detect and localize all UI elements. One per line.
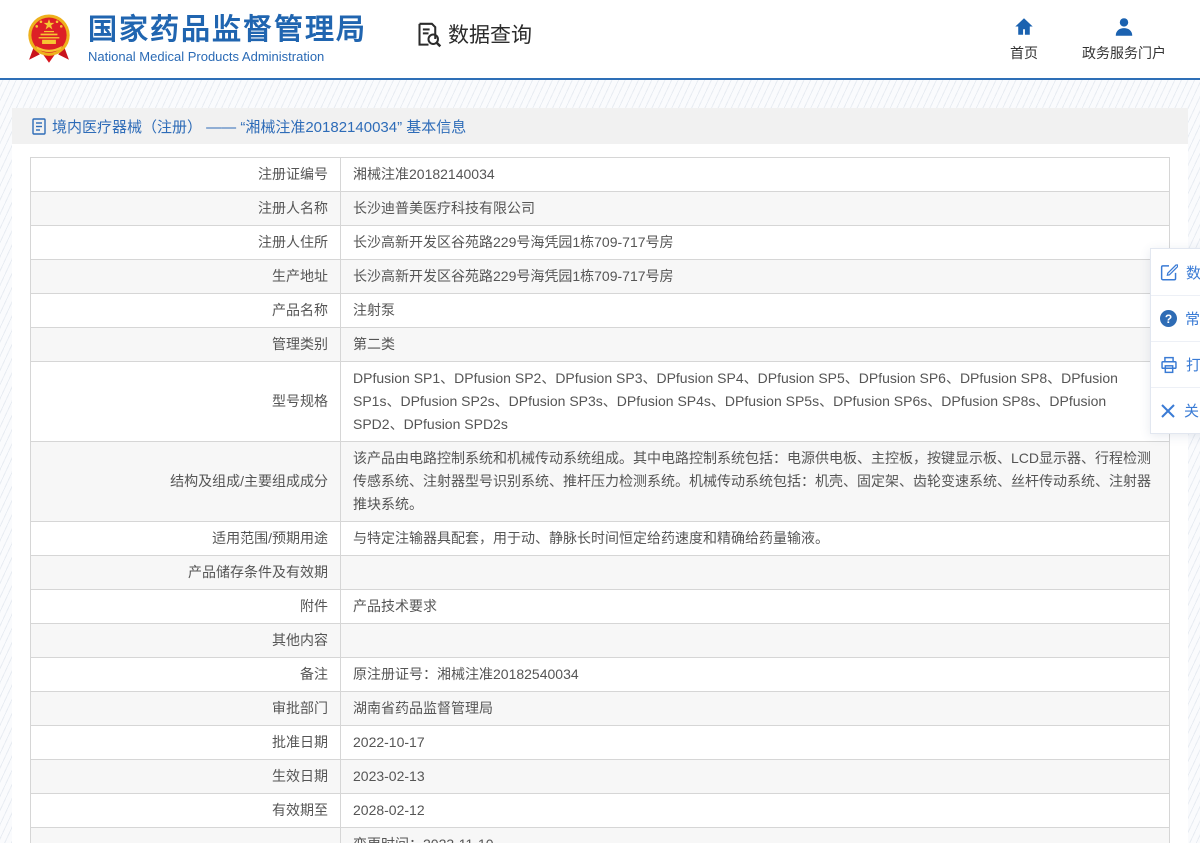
- row-label: 产品储存条件及有效期: [31, 556, 341, 590]
- table-row: 批准日期2022-10-17: [31, 726, 1170, 760]
- floating-toolbar: 数据 ? 常见 打印 关闭: [1150, 248, 1200, 434]
- table-row: 产品储存条件及有效期: [31, 556, 1170, 590]
- row-label: 备注: [31, 658, 341, 692]
- row-value: 湖南省药品监督管理局: [341, 692, 1170, 726]
- row-value: DPfusion SP1、DPfusion SP2、DPfusion SP3、D…: [341, 362, 1170, 442]
- table-row: 管理类别第二类: [31, 328, 1170, 362]
- header-nav: 首页 政务服务门户: [1010, 16, 1166, 63]
- row-label: 有效期至: [31, 794, 341, 828]
- tool-label: 常见: [1185, 308, 1200, 329]
- table-row: 备注原注册证号：湘械注准20182540034: [31, 658, 1170, 692]
- info-table: 注册证编号湘械注准20182140034 注册人名称长沙迪普美医疗科技有限公司 …: [30, 157, 1170, 843]
- data-query-link[interactable]: 数据查询: [415, 19, 532, 49]
- row-label: 变更情况: [31, 828, 341, 843]
- table-row: 结构及组成/主要组成成分该产品由电路控制系统和机械传动系统组成。其中电路控制系统…: [31, 442, 1170, 522]
- table-row: 其他内容: [31, 624, 1170, 658]
- row-value: 湘械注准20182140034: [341, 158, 1170, 192]
- table-row: 变更情况变更时间：2023-11-10: [31, 828, 1170, 843]
- org-subtitle: National Medical Products Administration: [88, 49, 367, 64]
- close-icon: [1160, 403, 1176, 419]
- table-row: 附件产品技术要求: [31, 590, 1170, 624]
- data-query-label: 数据查询: [448, 19, 532, 49]
- row-label: 生产地址: [31, 260, 341, 294]
- document-icon: [32, 118, 46, 135]
- row-label: 结构及组成/主要组成成分: [31, 442, 341, 522]
- row-label: 注册证编号: [31, 158, 341, 192]
- row-value: 2023-02-13: [341, 760, 1170, 794]
- table-row: 产品名称注射泵: [31, 294, 1170, 328]
- content-panel: 境内医疗器械（注册） —— “湘械注准20182140034” 基本信息 注册证…: [12, 108, 1188, 843]
- row-label: 适用范围/预期用途: [31, 522, 341, 556]
- tool-print[interactable]: 打印: [1151, 341, 1200, 387]
- row-label: 附件: [31, 590, 341, 624]
- tool-faq[interactable]: ? 常见: [1151, 295, 1200, 341]
- row-value: 2022-10-17: [341, 726, 1170, 760]
- breadcrumb: 境内医疗器械（注册） —— “湘械注准20182140034” 基本信息: [12, 108, 1188, 144]
- row-label: 生效日期: [31, 760, 341, 794]
- page-title: 境内医疗器械（注册） —— “湘械注准20182140034” 基本信息: [52, 116, 466, 137]
- row-value: 变更时间：2023-11-10: [341, 828, 1170, 843]
- row-value: 2028-02-12: [341, 794, 1170, 828]
- table-row: 生效日期2023-02-13: [31, 760, 1170, 794]
- table-row: 适用范围/预期用途与特定注输器具配套，用于动、静脉长时间恒定给药速度和精确给药量…: [31, 522, 1170, 556]
- row-label: 注册人名称: [31, 192, 341, 226]
- row-label: 管理类别: [31, 328, 341, 362]
- tool-data-correction[interactable]: 数据: [1151, 249, 1200, 295]
- row-value: 该产品由电路控制系统和机械传动系统组成。其中电路控制系统包括：电源供电板、主控板…: [341, 442, 1170, 522]
- row-label: 注册人住所: [31, 226, 341, 260]
- row-value: [341, 624, 1170, 658]
- data-query-icon: [415, 21, 442, 48]
- row-label: 产品名称: [31, 294, 341, 328]
- row-value: 长沙迪普美医疗科技有限公司: [341, 192, 1170, 226]
- tool-label: 打印: [1186, 354, 1200, 375]
- table-row: 审批部门湖南省药品监督管理局: [31, 692, 1170, 726]
- row-value: 长沙高新开发区谷苑路229号海凭园1栋709-717号房: [341, 226, 1170, 260]
- nav-portal-label: 政务服务门户: [1082, 43, 1166, 63]
- org-title: 国家药品监督管理局: [88, 14, 367, 46]
- brand-logo: 国家药品监督管理局 National Medical Products Admi…: [26, 12, 367, 66]
- user-icon: [1113, 16, 1135, 38]
- home-icon: [1013, 16, 1035, 38]
- row-label: 批准日期: [31, 726, 341, 760]
- nav-home[interactable]: 首页: [1010, 16, 1038, 63]
- row-value: 产品技术要求: [341, 590, 1170, 624]
- row-value: 注射泵: [341, 294, 1170, 328]
- row-label: 型号规格: [31, 362, 341, 442]
- row-value: 长沙高新开发区谷苑路229号海凭园1栋709-717号房: [341, 260, 1170, 294]
- edit-icon: [1160, 263, 1178, 281]
- print-icon: [1160, 356, 1178, 374]
- row-label: 审批部门: [31, 692, 341, 726]
- table-row: 生产地址长沙高新开发区谷苑路229号海凭园1栋709-717号房: [31, 260, 1170, 294]
- nav-portal[interactable]: 政务服务门户: [1082, 16, 1166, 63]
- nav-home-label: 首页: [1010, 43, 1038, 63]
- row-value: [341, 556, 1170, 590]
- table-row: 注册人住所长沙高新开发区谷苑路229号海凭园1栋709-717号房: [31, 226, 1170, 260]
- table-row: 有效期至2028-02-12: [31, 794, 1170, 828]
- tool-label: 关闭: [1184, 400, 1200, 421]
- site-header: 国家药品监督管理局 National Medical Products Admi…: [0, 0, 1200, 80]
- row-label: 其他内容: [31, 624, 341, 658]
- table-row: 注册人名称长沙迪普美医疗科技有限公司: [31, 192, 1170, 226]
- tool-close[interactable]: 关闭: [1151, 387, 1200, 433]
- table-row: 型号规格DPfusion SP1、DPfusion SP2、DPfusion S…: [31, 362, 1170, 442]
- national-emblem-icon: [26, 12, 72, 66]
- row-value: 原注册证号：湘械注准20182540034: [341, 658, 1170, 692]
- tool-label: 数据: [1186, 262, 1200, 283]
- table-row: 注册证编号湘械注准20182140034: [31, 158, 1170, 192]
- question-icon: ?: [1160, 310, 1177, 327]
- row-value: 第二类: [341, 328, 1170, 362]
- row-value: 与特定注输器具配套，用于动、静脉长时间恒定给药速度和精确给药量输液。: [341, 522, 1170, 556]
